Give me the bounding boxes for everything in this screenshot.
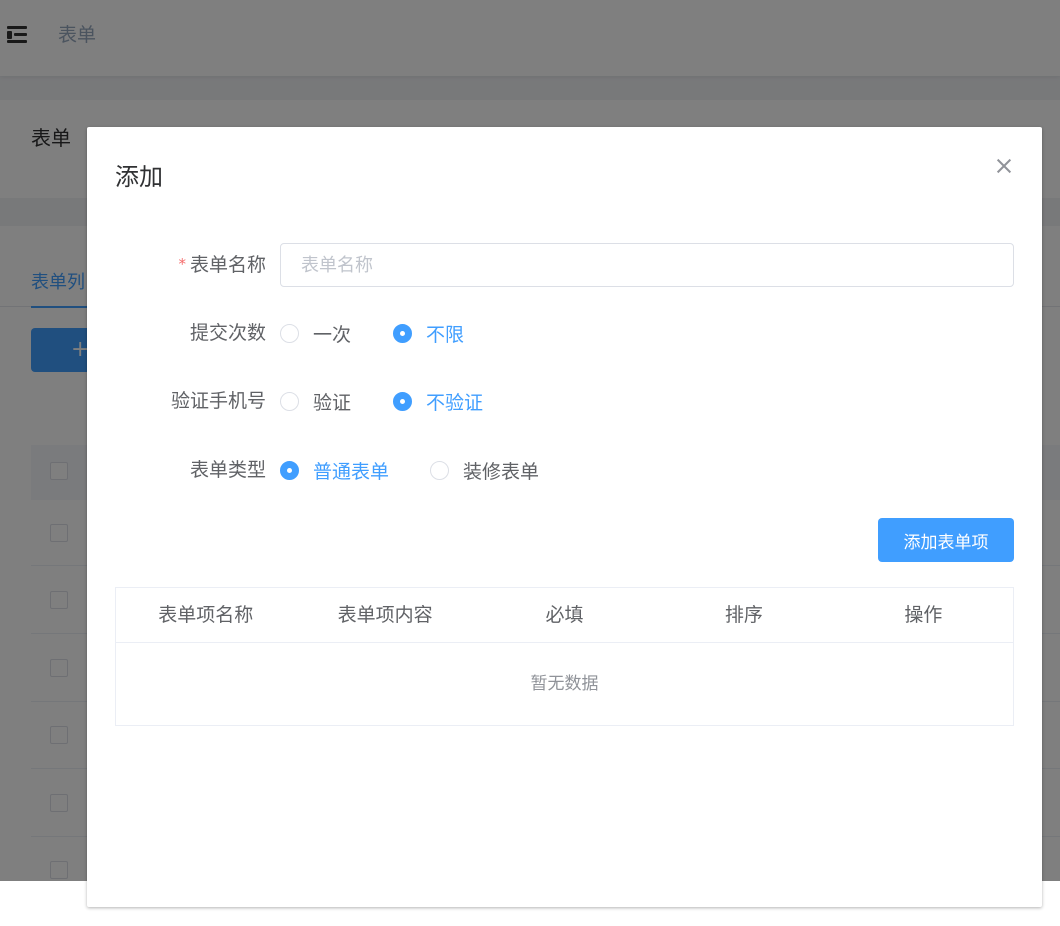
radio-circle[interactable]	[393, 323, 412, 343]
form-name-input[interactable]	[280, 243, 1014, 287]
form-type-row: 表单类型 普通表单 装修表单	[115, 448, 1013, 492]
form-type-label: 表单类型	[189, 459, 266, 481]
radio-normal-form[interactable]: 普通表单	[280, 448, 389, 492]
radio-circle[interactable]	[430, 460, 449, 480]
column-required: 必填	[545, 604, 584, 626]
radio-decoration-form[interactable]: 装修表单	[430, 448, 539, 492]
radio-circle[interactable]	[393, 391, 412, 411]
verify-phone-label: 验证手机号	[170, 390, 266, 412]
form-name-label-text: 表单名称	[189, 254, 266, 276]
radio-label: 装修表单	[463, 460, 540, 483]
form-items-table: 表单项名称 表单项内容 必填 排序 操作 暂无数据	[115, 587, 1014, 726]
required-mark: *	[178, 255, 186, 273]
radio-label: 一次	[313, 323, 352, 346]
radio-label: 验证	[313, 391, 352, 414]
column-item-name: 表单项名称	[158, 604, 254, 626]
column-sort: 排序	[724, 604, 763, 626]
radio-circle[interactable]	[280, 323, 299, 343]
close-icon[interactable]	[993, 155, 1015, 177]
radio-no-verify[interactable]: 不验证	[393, 379, 483, 423]
radio-circle[interactable]	[280, 460, 299, 480]
radio-submit-once[interactable]: 一次	[280, 311, 351, 355]
radio-verify[interactable]: 验证	[280, 379, 351, 423]
radio-circle[interactable]	[280, 391, 299, 411]
add-form-item-button[interactable]: 添加表单项	[878, 518, 1014, 562]
table-empty-text: 暂无数据	[530, 674, 599, 694]
form-name-row: * 表单名称	[115, 243, 1014, 288]
radio-submit-unlimited[interactable]: 不限	[393, 311, 464, 355]
add-form-dialog: 添加 *表单名称 提交次数 一次 不限 验证手机号 验证 不验证 表单类型	[87, 127, 1042, 907]
verify-phone-row: 验证手机号 验证 不验证	[115, 379, 1013, 423]
radio-label: 不限	[426, 323, 465, 346]
radio-label: 普通表单	[313, 460, 390, 483]
form-name-label: * 表单名称	[115, 243, 266, 288]
table-header: 表单项名称 表单项内容 必填 排序 操作	[116, 588, 1013, 643]
column-item-content: 表单项内容	[337, 604, 433, 626]
dialog-title: 添加	[115, 163, 163, 191]
column-actions: 操作	[904, 604, 943, 626]
submit-times-row: 提交次数 一次 不限	[115, 311, 1013, 355]
radio-label: 不验证	[426, 391, 484, 414]
submit-times-label: 提交次数	[189, 322, 266, 344]
